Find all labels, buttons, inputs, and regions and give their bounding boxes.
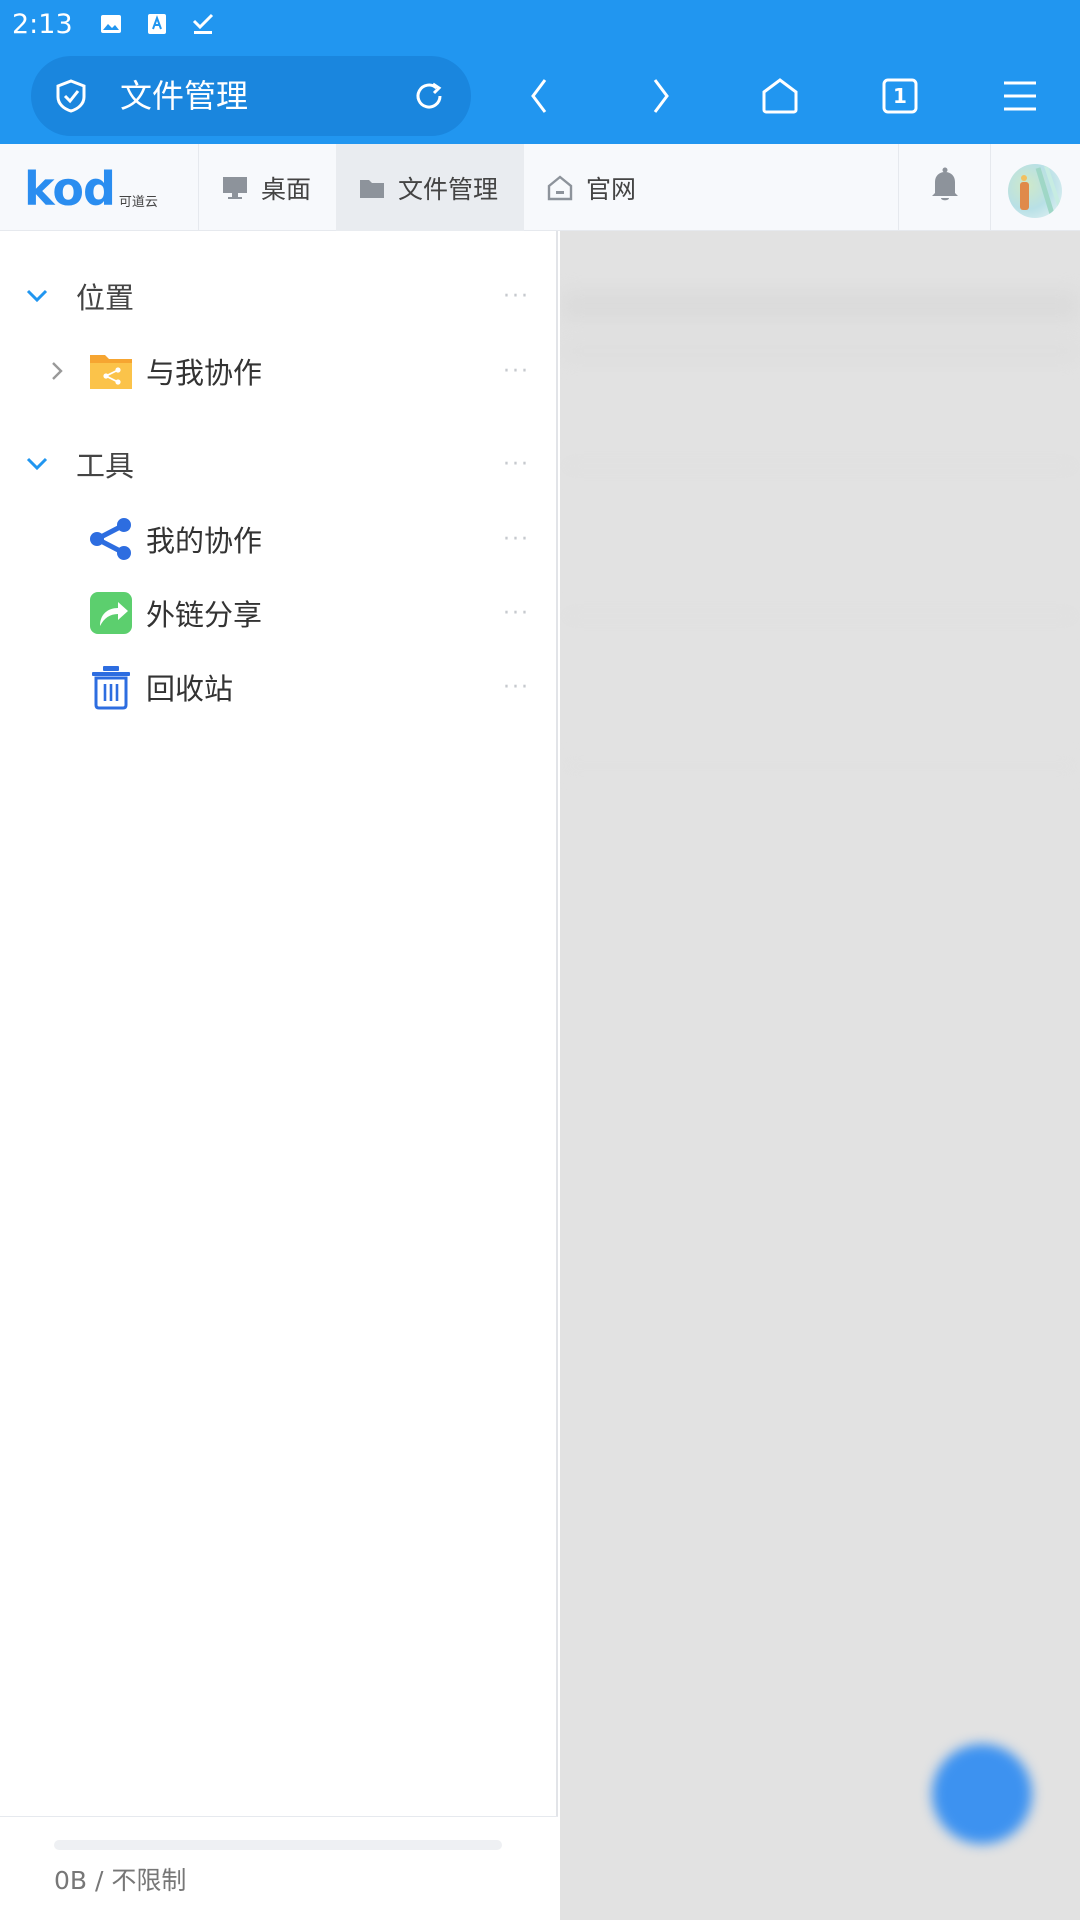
blurred-row: [560, 291, 1080, 321]
home-outline-icon: [546, 174, 574, 202]
chevron-down-icon[interactable]: [24, 451, 50, 477]
chevron-down-icon[interactable]: [24, 283, 50, 309]
blurred-row: [560, 761, 1080, 771]
tree-item-label: 回收站: [146, 672, 234, 706]
tree-item-shared-with-me[interactable]: 与我协作 ···: [0, 338, 558, 404]
check-download-icon: [191, 12, 215, 36]
tab-label: 官网: [586, 174, 637, 204]
storage-quota: 0B / 不限制: [0, 1816, 558, 1920]
tab-count: 1: [893, 84, 907, 108]
avatar[interactable]: [1008, 164, 1062, 218]
bell-icon[interactable]: [928, 166, 962, 204]
divider: [898, 144, 899, 231]
sidebar: 位置 ··· 与我协作 ··· 工具 ··· 我的协作 ··· 外链分享 ···…: [0, 231, 558, 1920]
chevron-right-icon[interactable]: [48, 360, 66, 382]
content-overlay[interactable]: [560, 231, 1080, 1920]
image-icon: [99, 12, 123, 36]
tree-item-recycle-bin[interactable]: 回收站 ···: [0, 654, 558, 720]
floating-action-button[interactable]: [932, 1744, 1032, 1844]
desktop-icon: [221, 174, 249, 202]
tab-file-manager[interactable]: 文件管理: [336, 144, 524, 231]
more-icon[interactable]: ···: [503, 675, 530, 700]
home-icon[interactable]: [758, 74, 802, 118]
group-label: 工具: [76, 449, 135, 483]
external-share-icon: [90, 592, 132, 634]
quota-progress-bar: [54, 1840, 502, 1850]
back-icon[interactable]: [518, 74, 562, 118]
menu-icon[interactable]: [998, 74, 1042, 118]
trash-icon: [92, 666, 130, 710]
app-header: kod 可道云 桌面 文件管理 官网: [0, 144, 1080, 231]
status-bar: 2:13: [0, 0, 1080, 48]
divider: [990, 144, 991, 231]
blurred-row: [560, 611, 1080, 621]
quota-text: 0B / 不限制: [54, 1866, 187, 1895]
tab-label: 桌面: [261, 174, 312, 204]
more-icon[interactable]: ···: [503, 452, 530, 477]
group-label: 位置: [76, 281, 135, 315]
more-icon[interactable]: ···: [503, 527, 530, 552]
logo-subtitle: 可道云: [118, 195, 158, 210]
tab-desktop[interactable]: 桌面: [199, 144, 336, 231]
blurred-row: [560, 461, 1080, 471]
tree-item-label: 与我协作: [146, 356, 263, 390]
more-icon[interactable]: ···: [503, 284, 530, 309]
page-title: 文件管理: [120, 77, 249, 115]
tree-item-external-share[interactable]: 外链分享 ···: [0, 580, 558, 646]
group-tools[interactable]: 工具 ···: [0, 434, 558, 494]
group-location[interactable]: 位置 ···: [0, 266, 558, 326]
shield-check-icon: [56, 79, 86, 113]
folder-icon: [358, 174, 386, 202]
more-icon[interactable]: ···: [503, 359, 530, 384]
status-time: 2:13: [12, 8, 73, 40]
logo-text: kod: [24, 162, 116, 216]
tree-item-my-collaboration[interactable]: 我的协作 ···: [0, 506, 558, 572]
tab-official-site[interactable]: 官网: [524, 144, 654, 231]
forward-icon[interactable]: [638, 74, 682, 118]
text-recognition-icon: [145, 12, 169, 36]
tree-item-label: 我的协作: [146, 524, 263, 558]
reload-icon[interactable]: [411, 78, 447, 114]
tree-item-label: 外链分享: [146, 598, 263, 632]
blurred-row: [560, 341, 1080, 361]
shared-folder-icon: [90, 355, 132, 389]
more-icon[interactable]: ···: [503, 601, 530, 626]
share-nodes-icon: [90, 518, 131, 560]
kod-logo[interactable]: kod 可道云: [24, 164, 158, 212]
tab-label: 文件管理: [398, 174, 499, 204]
address-bar[interactable]: 文件管理: [31, 56, 471, 136]
browser-toolbar: 文件管理 1: [0, 48, 1080, 144]
tabs-icon[interactable]: 1: [878, 74, 922, 118]
